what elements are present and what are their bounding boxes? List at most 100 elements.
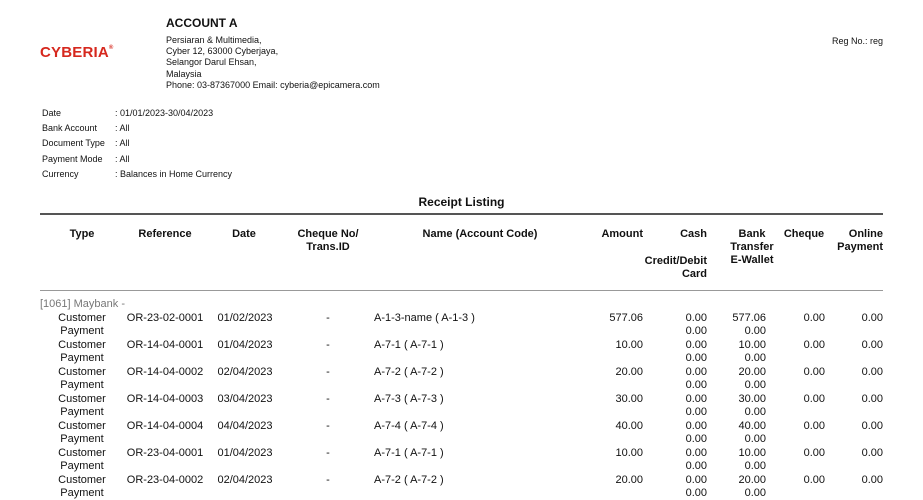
cell-type-sub: Payment: [60, 406, 104, 418]
cell-online-payment: 0.00: [861, 339, 883, 351]
cell-amount: 40.00: [615, 420, 643, 432]
cell-credit-debit: 0.00: [685, 325, 707, 337]
filter-label-document-type: Document Type: [42, 138, 105, 148]
cell-name: A-7-2 ( A-7-2 ): [374, 366, 444, 378]
registered-mark: ®: [108, 45, 114, 51]
address-line: Malaysia: [166, 69, 202, 79]
cell-amount: 577.06: [609, 312, 643, 324]
cell-credit-debit: 0.00: [685, 379, 707, 391]
cell-cheque-no: -: [326, 447, 330, 459]
cell-name: A-7-1 ( A-7-1 ): [374, 339, 444, 351]
col-header-cash: Cash: [680, 228, 707, 240]
cell-name: A-7-1 ( A-7-1 ): [374, 447, 444, 459]
cell-cash: 0.00: [685, 366, 707, 378]
cell-amount: 10.00: [615, 339, 643, 351]
cell-cash: 0.00: [685, 420, 707, 432]
cell-online-payment: 0.00: [861, 312, 883, 324]
address-line: Selangor Darul Ehsan,: [166, 57, 257, 67]
filter-value-date: : 01/01/2023-30/04/2023: [115, 108, 214, 118]
col-header-payment: Payment: [837, 241, 883, 253]
cell-bank-transfer: 30.00: [738, 393, 766, 405]
filter-value-bank-account: : All: [115, 123, 130, 133]
cell-reference: OR-14-04-0001: [126, 339, 204, 351]
col-header-cheque-no: Cheque No/: [297, 228, 359, 240]
cell-name: A-7-4 ( A-7-4 ): [374, 420, 444, 432]
cell-reference: OR-14-04-0004: [126, 420, 204, 432]
cell-date: 01/04/2023: [217, 339, 273, 351]
filter-value-payment-mode: : All: [115, 154, 130, 164]
company-name: ACCOUNT A: [166, 16, 238, 30]
cell-reference: OR-14-04-0003: [126, 393, 204, 405]
logo-text: CYBERIA: [40, 44, 109, 61]
cell-ewallet: 0.00: [744, 460, 766, 472]
col-header-card: Card: [681, 268, 707, 280]
cell-type-sub: Payment: [60, 433, 104, 445]
cell-credit-debit: 0.00: [685, 352, 707, 364]
cell-cheque-no: -: [326, 339, 330, 351]
cell-credit-debit: 0.00: [685, 406, 707, 418]
cell-cash: 0.00: [685, 393, 707, 405]
cell-bank-transfer: 577.06: [732, 312, 766, 324]
filter-value-currency: : Balances in Home Currency: [115, 169, 233, 179]
filter-label-bank-account: Bank Account: [42, 123, 98, 133]
cell-reference: OR-23-04-0002: [126, 474, 204, 486]
cell-ewallet: 0.00: [744, 406, 766, 418]
cell-date: 01/04/2023: [217, 447, 273, 459]
cell-cheque-no: -: [326, 312, 330, 324]
cell-ewallet: 0.00: [744, 325, 766, 337]
cell-cheque: 0.00: [803, 474, 825, 486]
cell-cash: 0.00: [685, 312, 707, 324]
cell-type-sub: Payment: [60, 325, 104, 337]
col-header-credit-debit: Credit/Debit: [644, 255, 707, 267]
col-header-ewallet: E-Wallet: [730, 254, 774, 266]
filter-label-payment-mode: Payment Mode: [42, 154, 103, 164]
company-logo: CYBERIA®: [40, 44, 114, 61]
cell-cheque: 0.00: [803, 447, 825, 459]
cell-ewallet: 0.00: [744, 433, 766, 445]
cell-cheque-no: -: [326, 393, 330, 405]
col-header-name: Name (Account Code): [422, 228, 538, 240]
cell-amount: 10.00: [615, 447, 643, 459]
cell-bank-transfer: 20.00: [738, 474, 766, 486]
col-header-date: Date: [232, 228, 256, 240]
cell-date: 02/04/2023: [217, 474, 273, 486]
header-top-rule: [40, 213, 883, 215]
cell-cheque-no: -: [326, 366, 330, 378]
cell-ewallet: 0.00: [744, 487, 766, 499]
cell-cheque-no: -: [326, 420, 330, 432]
cell-online-payment: 0.00: [861, 393, 883, 405]
cell-credit-debit: 0.00: [685, 460, 707, 472]
cell-type: Customer: [58, 366, 106, 378]
cell-amount: 20.00: [615, 474, 643, 486]
cell-type: Customer: [58, 420, 106, 432]
cell-bank-transfer: 20.00: [738, 366, 766, 378]
col-header-reference: Reference: [138, 228, 192, 240]
cell-reference: OR-14-04-0002: [126, 366, 204, 378]
contact-line: Phone: 03-87367000 Email: cyberia@epicam…: [166, 80, 380, 90]
cell-bank-transfer: 40.00: [738, 420, 766, 432]
address-line: Cyber 12, 63000 Cyberjaya,: [166, 46, 279, 56]
address-line: Persiaran & Multimedia,: [166, 35, 262, 45]
cell-type-sub: Payment: [60, 379, 104, 391]
cell-credit-debit: 0.00: [685, 487, 707, 499]
cell-amount: 30.00: [615, 393, 643, 405]
cell-cheque: 0.00: [803, 420, 825, 432]
cell-ewallet: 0.00: [744, 352, 766, 364]
filter-label-date: Date: [42, 108, 62, 118]
col-header-amount: Amount: [601, 228, 643, 240]
cell-online-payment: 0.00: [861, 420, 883, 432]
cell-type: Customer: [58, 474, 106, 486]
reg-number: Reg No.: reg: [831, 36, 883, 46]
cell-type: Customer: [58, 312, 106, 324]
cell-date: 02/04/2023: [217, 366, 273, 378]
cell-cash: 0.00: [685, 474, 707, 486]
cell-reference: OR-23-04-0001: [126, 447, 204, 459]
col-header-trans-id: Trans.ID: [306, 241, 350, 253]
cell-cheque: 0.00: [803, 312, 825, 324]
filter-label-currency: Currency: [42, 169, 79, 179]
filter-value-document-type: : All: [115, 138, 130, 148]
cell-reference: OR-23-02-0001: [126, 312, 204, 324]
cell-bank-transfer: 10.00: [738, 339, 766, 351]
cell-date: 03/04/2023: [217, 393, 273, 405]
cell-type-sub: Payment: [60, 460, 104, 472]
